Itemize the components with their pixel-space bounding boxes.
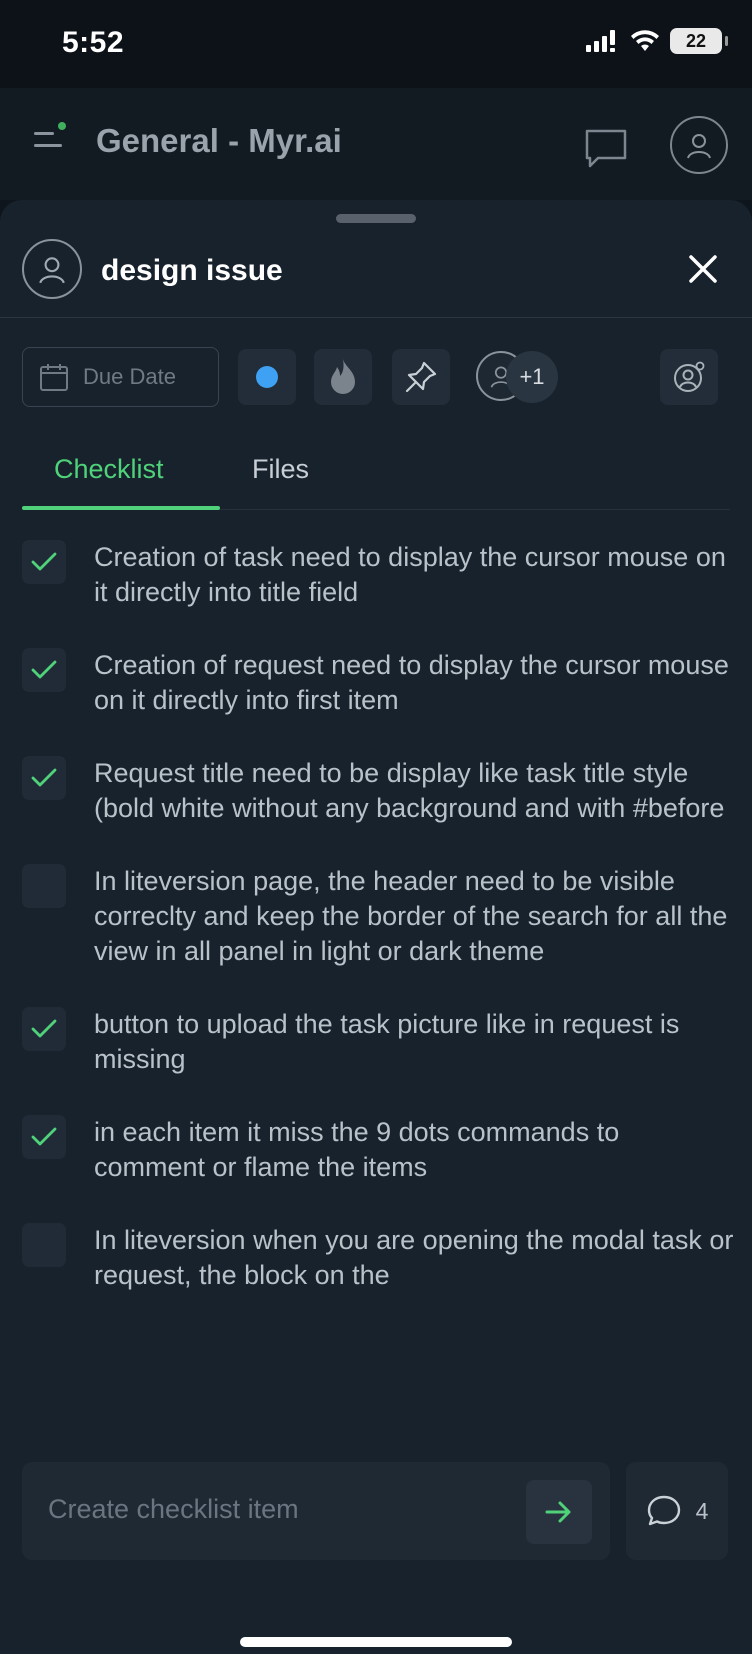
active-tab-indicator <box>22 506 220 510</box>
checklist: Creation of task need to display the cur… <box>0 540 752 1365</box>
chat-icon[interactable] <box>584 126 628 170</box>
calendar-icon <box>40 364 68 391</box>
checklist-item[interactable]: Creation of request need to display the … <box>0 648 752 718</box>
flame-icon <box>331 359 355 394</box>
home-indicator <box>240 1637 512 1647</box>
user-icon <box>687 134 711 159</box>
add-item-button[interactable] <box>526 1480 592 1544</box>
task-title[interactable]: design issue <box>101 254 283 288</box>
due-date-button[interactable]: Due Date <box>22 347 219 407</box>
comments-button[interactable]: 4 <box>626 1462 728 1560</box>
checkbox-unchecked[interactable] <box>22 1223 66 1267</box>
menu-icon[interactable] <box>34 122 70 154</box>
checklist-item[interactable]: button to upload the task picture like i… <box>0 1007 752 1077</box>
check-icon <box>31 1127 57 1146</box>
status-indicators: 22 <box>586 28 728 54</box>
signal-icon <box>586 30 615 52</box>
checklist-item[interactable]: In liteversion when you are opening the … <box>0 1223 752 1293</box>
status-button[interactable] <box>238 349 296 405</box>
assignee-more-count: +1 <box>506 351 558 403</box>
checkbox-unchecked[interactable] <box>22 864 66 908</box>
wifi-icon <box>631 30 659 51</box>
checklist-item[interactable]: In liteversion page, the header need to … <box>0 864 752 969</box>
task-toolbar: Due Date +1 <box>0 347 752 407</box>
checklist-item-text[interactable]: In liteversion page, the header need to … <box>94 864 734 969</box>
arrow-right-icon <box>545 1501 571 1523</box>
checklist-item-text[interactable]: Creation of request need to display the … <box>94 648 734 718</box>
status-dot <box>256 366 278 388</box>
app-header: General - Myr.ai <box>0 88 752 200</box>
pin-button[interactable] <box>392 349 450 405</box>
task-modal: design issue Due Date +1 Checklist Files… <box>0 200 752 1654</box>
comments-count: 4 <box>695 1497 709 1524</box>
checklist-item[interactable]: in each item it miss the 9 dots commands… <box>0 1115 752 1185</box>
comment-icon <box>647 1495 680 1526</box>
check-icon <box>31 660 57 679</box>
task-header: design issue <box>0 230 752 318</box>
task-tabs: Checklist Files <box>22 440 730 510</box>
checklist-item[interactable]: Creation of task need to display the cur… <box>0 540 752 610</box>
sheet-grabber[interactable] <box>336 214 416 223</box>
pin-icon <box>405 361 437 393</box>
tab-checklist[interactable]: Checklist <box>54 454 164 485</box>
due-date-label: Due Date <box>83 364 176 389</box>
checklist-input-placeholder: Create checklist item <box>48 1494 299 1524</box>
user-icon <box>39 257 65 284</box>
checkbox-checked[interactable] <box>22 756 66 800</box>
assignees-group[interactable]: +1 <box>476 351 560 403</box>
checklist-item-text[interactable]: In liteversion when you are opening the … <box>94 1223 734 1293</box>
checklist-item-text[interactable]: in each item it miss the 9 dots commands… <box>94 1115 734 1185</box>
checkbox-checked[interactable] <box>22 1115 66 1159</box>
manage-members-button[interactable] <box>660 349 718 405</box>
checkbox-checked[interactable] <box>22 648 66 692</box>
profile-avatar-button[interactable] <box>670 116 728 174</box>
checklist-item-input[interactable]: Create checklist item <box>22 1462 610 1560</box>
checkbox-checked[interactable] <box>22 540 66 584</box>
checklist-item-text[interactable]: Request title need to be display like ta… <box>94 756 734 826</box>
checklist-item-text[interactable]: Creation of task need to display the cur… <box>94 540 734 610</box>
flame-button[interactable] <box>314 349 372 405</box>
battery-indicator: 22 <box>670 28 728 54</box>
status-bar: 5:52 22 <box>0 0 752 88</box>
check-icon <box>31 768 57 787</box>
user-settings-icon <box>674 361 705 392</box>
checkbox-checked[interactable] <box>22 1007 66 1051</box>
check-icon <box>31 1019 57 1038</box>
checklist-item-text[interactable]: button to upload the task picture like i… <box>94 1007 734 1077</box>
app-title: General - Myr.ai <box>96 122 342 159</box>
close-icon[interactable] <box>686 252 720 286</box>
checklist-item[interactable]: Request title need to be display like ta… <box>0 756 752 826</box>
check-icon <box>31 552 57 571</box>
tab-files[interactable]: Files <box>252 454 309 485</box>
task-owner-avatar[interactable] <box>22 239 82 299</box>
status-time: 5:52 <box>62 26 125 59</box>
